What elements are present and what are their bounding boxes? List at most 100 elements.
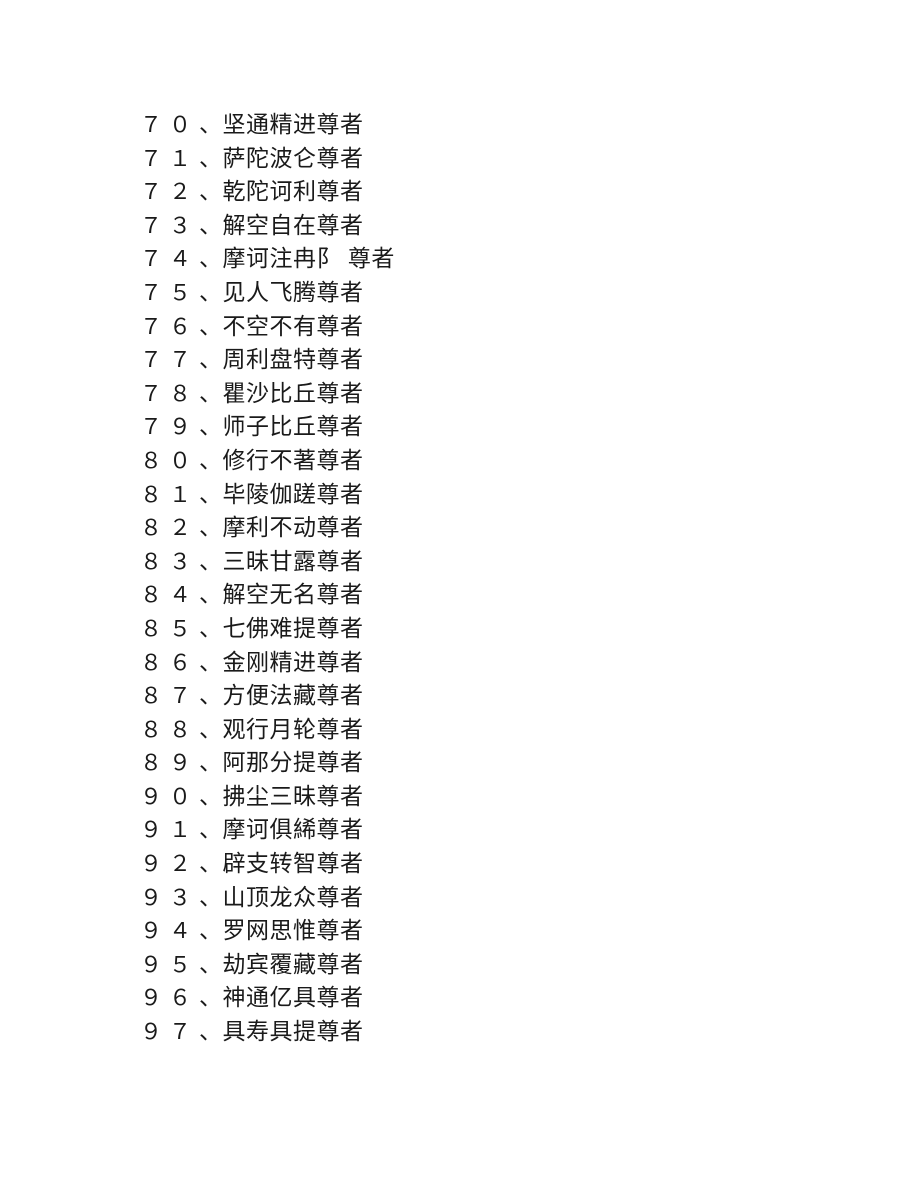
list-item-enumeration-mark: 、 xyxy=(199,615,223,642)
list-item-enumeration-mark: 、 xyxy=(199,515,223,542)
list-item-name: 坚通精进尊者 xyxy=(222,112,364,138)
list-item-index: ９７ xyxy=(140,1019,199,1045)
list-item-index: ７７ xyxy=(140,347,199,373)
list-item-enumeration-mark: 、 xyxy=(199,313,223,340)
list-item-enumeration-mark: 、 xyxy=(199,783,223,810)
list-item-index: ７４ xyxy=(140,246,199,272)
list-item-index: ８１ xyxy=(140,481,199,507)
list-item: ７７、周利盘特尊者 xyxy=(140,343,840,377)
list-item: ９０、拂尘三昧尊者 xyxy=(140,780,840,814)
list-item-enumeration-mark: 、 xyxy=(199,347,223,374)
list-item-index: ８８ xyxy=(140,716,199,742)
list-item-enumeration-mark: 、 xyxy=(199,918,223,945)
list-item: ９２、辟支转智尊者 xyxy=(140,847,840,881)
list-item: ９３、山顶龙众尊者 xyxy=(140,881,840,915)
list-item: ８１、毕陵伽蹉尊者 xyxy=(140,478,840,512)
list-item-enumeration-mark: 、 xyxy=(199,246,223,273)
list-item-enumeration-mark: 、 xyxy=(199,548,223,575)
list-item-enumeration-mark: 、 xyxy=(199,179,223,206)
list-item: ７９、师子比丘尊者 xyxy=(140,410,840,444)
list-item-index: ７２ xyxy=(140,179,199,205)
list-item-index: ７０ xyxy=(140,112,199,137)
list-item-enumeration-mark: 、 xyxy=(199,683,223,710)
list-item-index: ７８ xyxy=(140,380,199,406)
list-item: ７３、解空自在尊者 xyxy=(140,209,840,243)
list-item-enumeration-mark: 、 xyxy=(199,716,223,743)
list-item-index: ７１ xyxy=(140,145,199,171)
list-item-name: 师子比丘尊者 xyxy=(222,414,364,441)
list-item-name: 见人飞腾尊者 xyxy=(222,279,364,306)
list-item-name: 神通亿具尊者 xyxy=(222,985,364,1012)
list-item: ８８、观行月轮尊者 xyxy=(140,713,840,747)
list-item-enumeration-mark: 、 xyxy=(199,750,223,777)
list-item: ７６、不空不有尊者 xyxy=(140,310,840,344)
list-item-enumeration-mark: 、 xyxy=(199,649,223,676)
list-item-enumeration-mark: 、 xyxy=(199,951,223,978)
list-item: ８６、金刚精进尊者 xyxy=(140,646,840,680)
list-item-enumeration-mark: 、 xyxy=(199,212,223,239)
list-item-index: ７９ xyxy=(140,414,199,440)
list-item-enumeration-mark: 、 xyxy=(199,481,223,508)
numbered-name-list: ７０、坚通精进尊者 ７１、萨陀波仑尊者 ７２、乾陀诃利尊者 ７３、解空自在尊者 ７４、摩… xyxy=(140,108,840,1049)
list-item-name: 方便法藏尊者 xyxy=(222,683,364,710)
list-item: ８７、方便法藏尊者 xyxy=(140,679,840,713)
list-item-enumeration-mark: 、 xyxy=(199,985,223,1012)
list-item-enumeration-mark: 、 xyxy=(199,851,223,878)
list-item: ８３、三昧甘露尊者 xyxy=(140,545,840,579)
list-item: ７２、乾陀诃利尊者 xyxy=(140,175,840,209)
list-item-index: ９６ xyxy=(140,985,199,1011)
list-item-index: ８６ xyxy=(140,649,199,675)
list-item: ７５、见人飞腾尊者 xyxy=(140,276,840,310)
list-item-index: ９４ xyxy=(140,918,199,944)
list-item-enumeration-mark: 、 xyxy=(199,380,223,407)
list-item: ７８、瞿沙比丘尊者 xyxy=(140,377,840,411)
list-item-index: ８７ xyxy=(140,683,199,709)
list-item-name: 山顶龙众尊者 xyxy=(222,884,364,911)
list-item: ８２、摩利不动尊者 xyxy=(140,511,840,545)
list-item-name: 周利盘特尊者 xyxy=(222,347,364,374)
list-item-enumeration-mark: 、 xyxy=(199,447,223,474)
list-item-name: 观行月轮尊者 xyxy=(222,716,364,743)
list-item-name: 七佛难提尊者 xyxy=(222,615,364,642)
list-item-name: 具寿具提尊者 xyxy=(222,1019,364,1046)
list-item-name: 乾陀诃利尊者 xyxy=(222,179,364,206)
list-item-enumeration-mark: 、 xyxy=(199,279,223,306)
list-item-index: ８９ xyxy=(140,750,199,776)
list-item-index: ９５ xyxy=(140,951,199,977)
list-item-name: 罗网思惟尊者 xyxy=(222,918,364,945)
list-item: ９１、摩诃俱絺尊者 xyxy=(140,813,840,847)
list-item-index: ９３ xyxy=(140,884,199,910)
list-item: ９５、劫宾覆藏尊者 xyxy=(140,948,840,982)
list-item-enumeration-mark: 、 xyxy=(199,817,223,844)
list-item: ９７、具寿具提尊者 xyxy=(140,1015,840,1049)
list-item-index: ８２ xyxy=(140,515,199,541)
list-item-name: 解空自在尊者 xyxy=(222,212,364,239)
list-item: ７１、萨陀波仑尊者 xyxy=(140,142,840,176)
list-item-enumeration-mark: 、 xyxy=(199,582,223,609)
list-item-index: ８４ xyxy=(140,582,199,608)
list-item-name: 毕陵伽蹉尊者 xyxy=(222,481,364,508)
list-item-name: 辟支转智尊者 xyxy=(222,851,364,878)
list-item-name: 摩利不动尊者 xyxy=(222,515,364,542)
list-item: ８５、七佛难提尊者 xyxy=(140,612,840,646)
list-item: ８０、修行不著尊者 xyxy=(140,444,840,478)
list-item-enumeration-mark: 、 xyxy=(199,414,223,441)
list-item-name: 解空无名尊者 xyxy=(222,582,364,609)
list-item-name: 金刚精进尊者 xyxy=(222,649,364,676)
list-item-index: ８５ xyxy=(140,615,199,641)
document-page: ７０、坚通精进尊者 ７１、萨陀波仑尊者 ７２、乾陀诃利尊者 ７３、解空自在尊者 ７４、摩… xyxy=(0,0,920,1191)
list-item: ９６、神通亿具尊者 xyxy=(140,981,840,1015)
list-item-index: ７３ xyxy=(140,212,199,238)
list-item-index: ８０ xyxy=(140,447,199,473)
list-item: ９４、罗网思惟尊者 xyxy=(140,914,840,948)
list-item-name: 摩诃俱絺尊者 xyxy=(222,817,364,844)
list-item-enumeration-mark: 、 xyxy=(199,884,223,911)
list-item-index: ７５ xyxy=(140,279,199,305)
list-item-name: 瞿沙比丘尊者 xyxy=(222,380,364,407)
list-item: ７４、摩诃注冉阝 尊者 xyxy=(140,242,840,276)
list-item-enumeration-mark: 、 xyxy=(199,1019,223,1046)
list-item-index: ９１ xyxy=(140,817,199,843)
list-item-name: 不空不有尊者 xyxy=(222,313,364,340)
list-item-name: 拂尘三昧尊者 xyxy=(222,783,364,810)
list-item: ７０、坚通精进尊者 xyxy=(140,108,840,142)
